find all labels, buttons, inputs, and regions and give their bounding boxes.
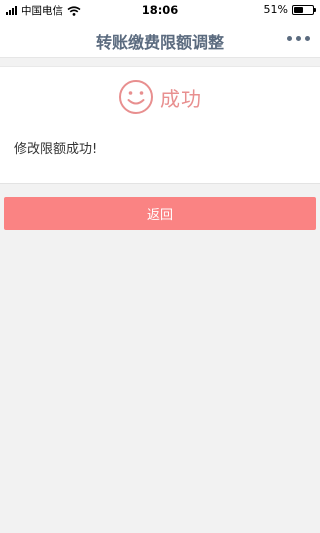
smile-icon <box>119 80 153 114</box>
return-button[interactable]: 返回 <box>4 197 316 230</box>
nav-bar: 转账缴费限额调整 <box>0 20 320 58</box>
result-card: 成功 修改限额成功! <box>0 66 320 184</box>
success-status-text: 成功 <box>160 86 202 111</box>
status-bar: 中国电信 18:06 51% <box>0 0 320 20</box>
more-dot <box>305 36 310 41</box>
battery-fill <box>294 6 304 13</box>
status-right: 51% <box>263 3 316 16</box>
battery-percent: 51% <box>263 3 288 16</box>
battery-icon <box>292 4 316 15</box>
more-dot <box>287 36 292 41</box>
success-header: 成功 <box>0 79 320 115</box>
result-message: 修改限额成功! <box>14 142 98 157</box>
more-icon[interactable] <box>287 36 310 41</box>
page-title: 转账缴费限额调整 <box>95 33 224 52</box>
more-dot <box>296 36 301 41</box>
